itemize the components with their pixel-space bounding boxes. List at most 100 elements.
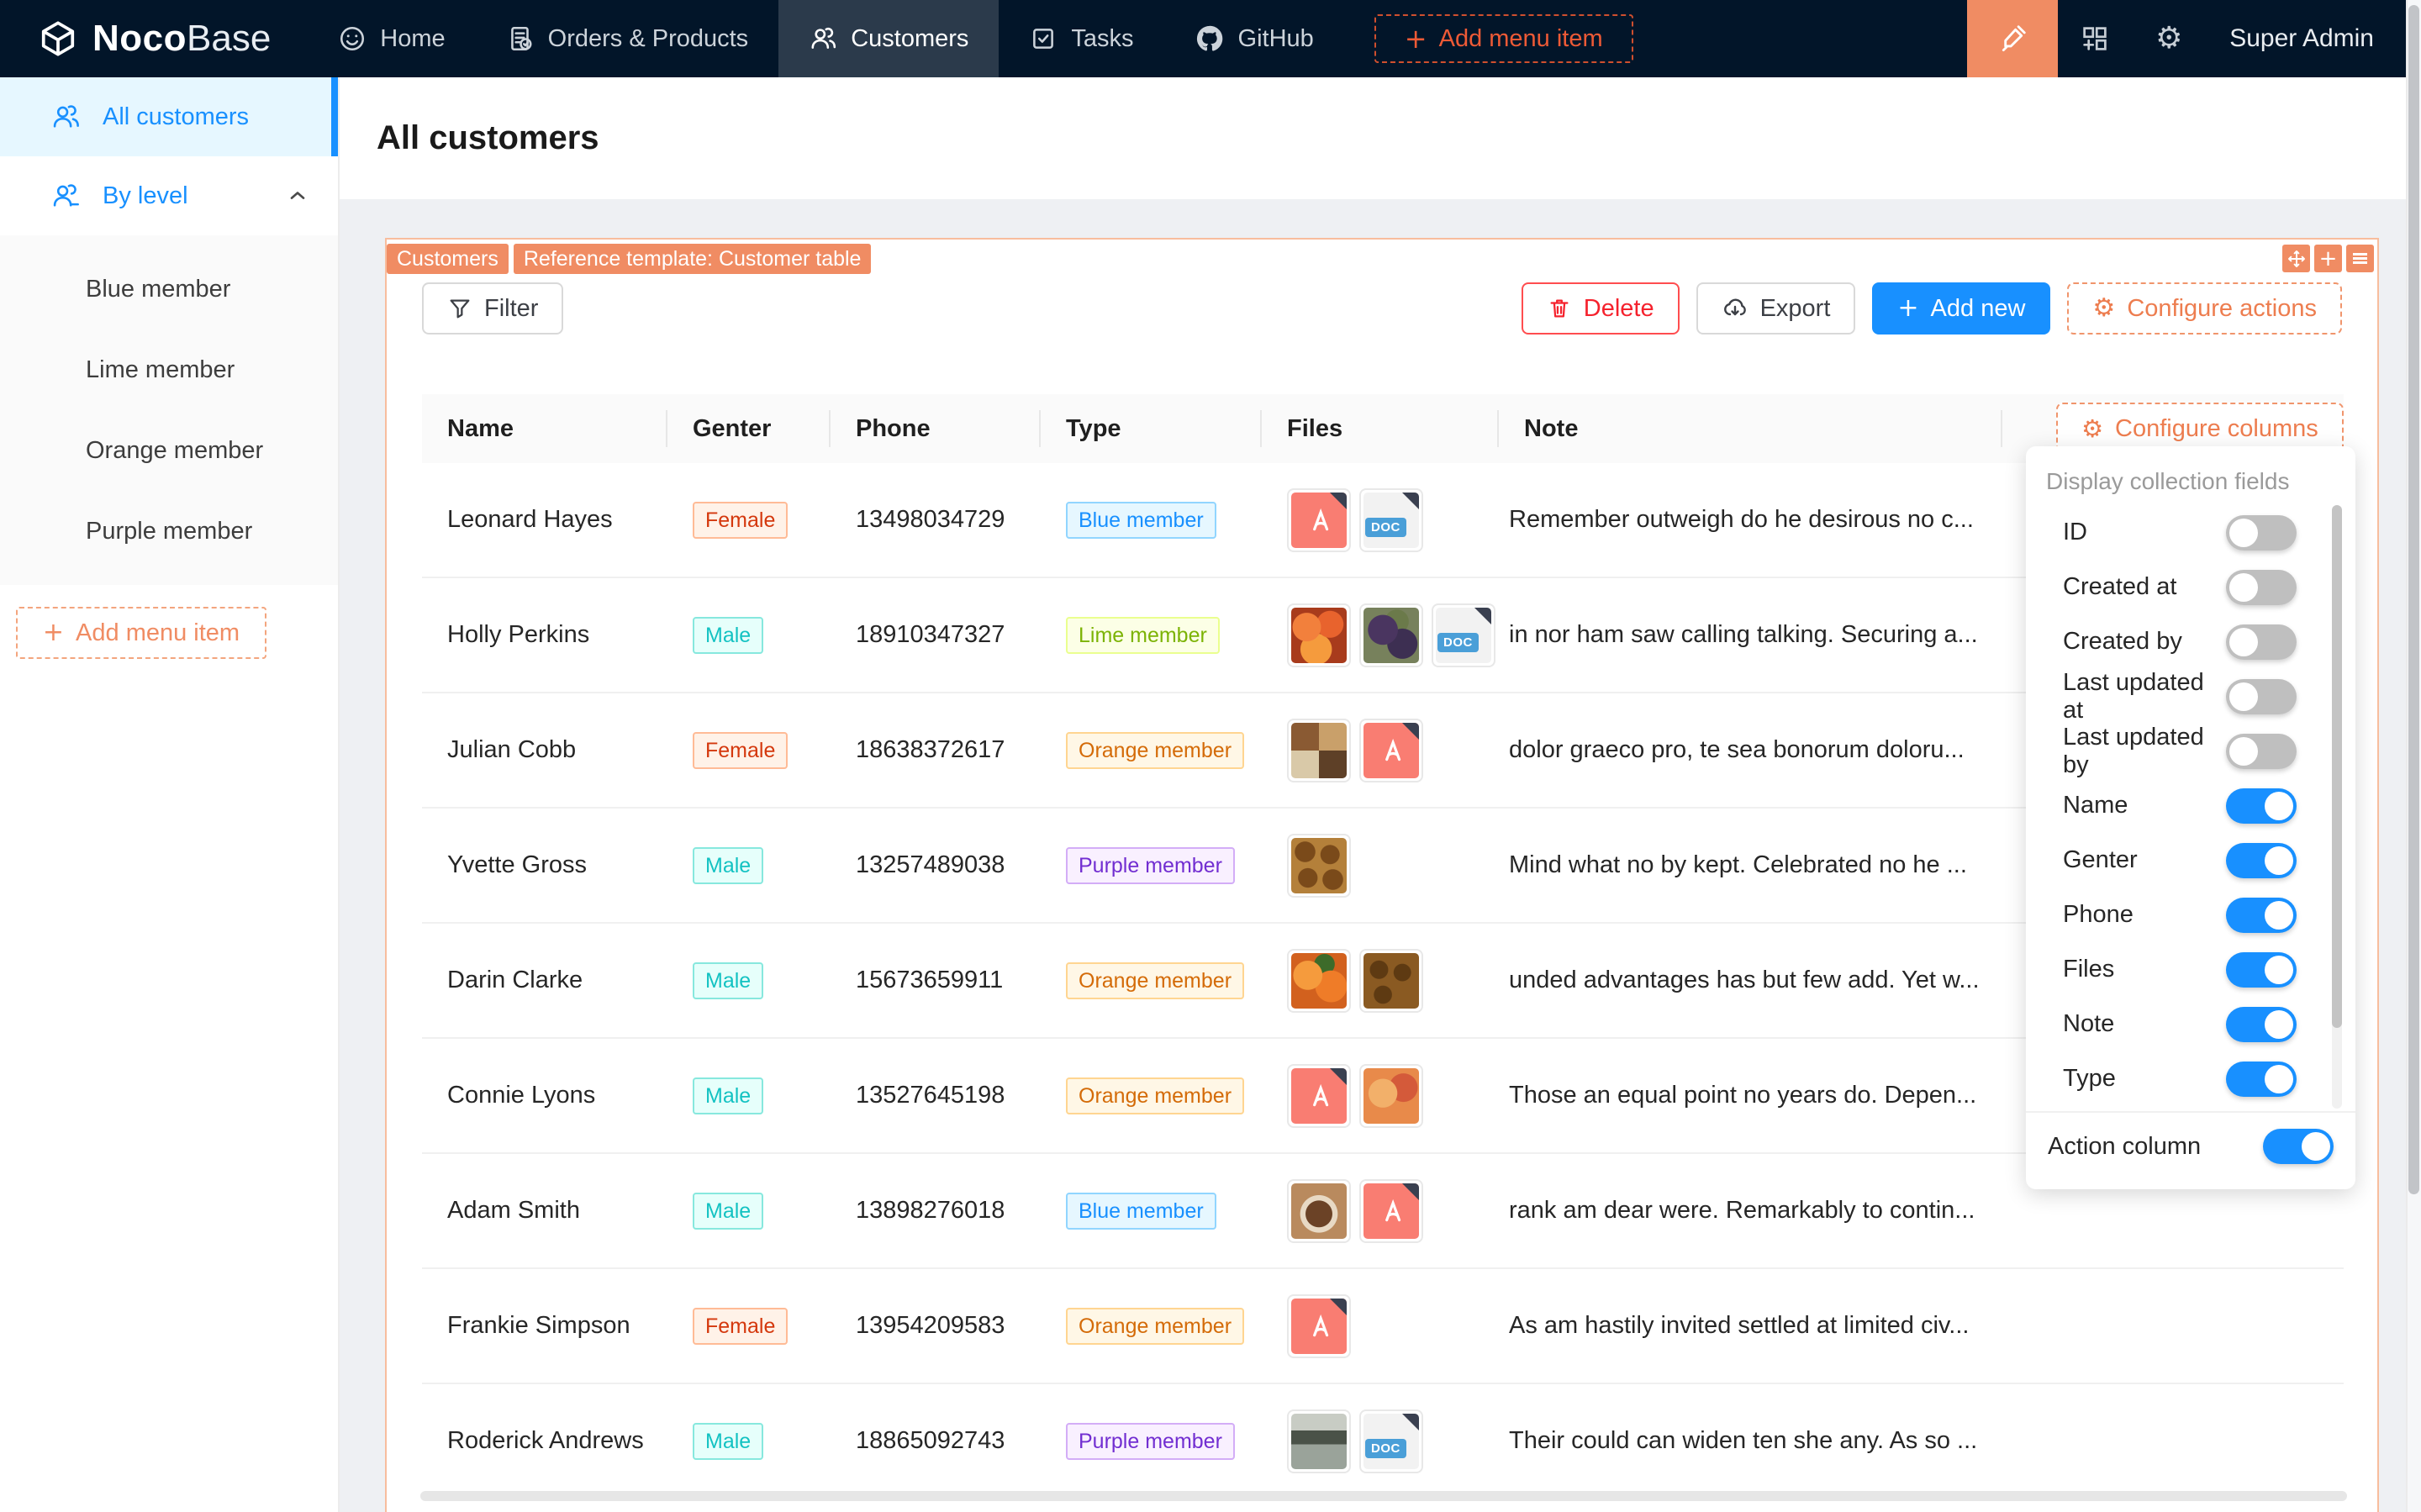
cell-phone: 13954209583 [831, 1312, 1041, 1340]
window-scrollbar-thumb[interactable] [2408, 5, 2419, 1194]
sidebar: All customers By level Blue member Lime … [0, 77, 340, 1512]
field-toggle-item[interactable]: Note [2026, 997, 2355, 1051]
field-toggle-item[interactable]: Genter [2026, 833, 2355, 888]
action-column-toggle[interactable] [2263, 1129, 2334, 1164]
field-toggle-item[interactable]: Last updated at [2026, 669, 2355, 724]
pdf-file-icon[interactable] [1287, 1064, 1351, 1128]
field-toggle[interactable] [2226, 952, 2297, 988]
image-thumbnail[interactable] [1287, 603, 1351, 667]
nav-item-tasks[interactable]: Tasks [999, 0, 1163, 77]
field-toggle[interactable] [2226, 1007, 2297, 1042]
sidebar-item-orange-member[interactable]: Orange member [0, 410, 338, 491]
cell-files [1262, 1179, 1499, 1243]
doc-file-icon[interactable]: DOC [1359, 1409, 1423, 1473]
image-thumbnail[interactable] [1359, 603, 1423, 667]
delete-button[interactable]: Delete [1522, 282, 1680, 335]
field-toggle-item[interactable]: Created by [2026, 614, 2355, 669]
drag-handle[interactable] [2282, 245, 2310, 272]
cell-type: Blue member [1041, 502, 1262, 539]
horizontal-scrollbar[interactable] [420, 1491, 2347, 1501]
pdf-file-icon[interactable] [1359, 719, 1423, 782]
sidebar-item-blue-member[interactable]: Blue member [0, 249, 338, 329]
field-toggle-item[interactable]: Last updated by [2026, 724, 2355, 778]
action-column-toggle-row[interactable]: Action column [2026, 1113, 2355, 1180]
field-toggle[interactable] [2226, 624, 2297, 660]
field-toggle-item[interactable]: Type [2026, 1051, 2355, 1106]
field-label: Files [2063, 956, 2114, 983]
field-toggle[interactable] [2226, 679, 2297, 714]
user-menu[interactable]: Super Admin [2206, 24, 2421, 53]
nav-item-customers[interactable]: Customers [778, 0, 999, 77]
column-header-files[interactable]: Files [1262, 394, 1499, 463]
plugin-blocks-button[interactable] [2058, 0, 2132, 77]
sidebar-item-all-customers[interactable]: All customers [0, 77, 338, 156]
nav-add-menu-item-button[interactable]: + Add menu item [1374, 14, 1633, 63]
sidebar-add-menu-item-button[interactable]: + Add menu item [16, 607, 266, 659]
cell-name: Darin Clarke [422, 967, 667, 994]
gear-icon: ⚙ [2092, 296, 2115, 321]
gender-tag: Male [693, 1077, 763, 1114]
filter-button[interactable]: Filter [422, 282, 563, 335]
field-toggle-item[interactable]: Files [2026, 942, 2355, 997]
doc-file-icon[interactable]: DOC [1359, 488, 1423, 552]
field-toggle[interactable] [2226, 843, 2297, 878]
field-toggle[interactable] [2226, 898, 2297, 933]
doc-label: DOC [1365, 518, 1406, 537]
column-header-note[interactable]: Note [1499, 394, 2002, 463]
image-thumbnail[interactable] [1287, 719, 1351, 782]
nocobase-logo[interactable]: NocoBase [0, 0, 308, 77]
field-toggle-item[interactable]: Created at [2026, 560, 2355, 614]
block-menu-button[interactable] [2346, 245, 2374, 272]
cell-gender: Male [667, 847, 831, 884]
nav-item-github[interactable]: GitHub [1164, 0, 1344, 77]
cell-files [1262, 719, 1499, 782]
field-toggle-item[interactable]: Phone [2026, 888, 2355, 942]
cell-name: Frankie Simpson [422, 1312, 667, 1340]
image-thumbnail[interactable] [1287, 1409, 1351, 1473]
field-toggle[interactable] [2226, 788, 2297, 824]
cell-files: DOC [1262, 603, 1499, 667]
add-new-button[interactable]: + Add new [1872, 282, 2050, 335]
image-thumbnail[interactable] [1287, 949, 1351, 1013]
nav-item-orders-products[interactable]: Orders & Products [476, 0, 779, 77]
cell-type: Purple member [1041, 847, 1262, 884]
cell-gender: Female [667, 732, 831, 769]
field-toggle[interactable] [2226, 570, 2297, 605]
cell-note: Their could can widen ten she any. As so… [1499, 1427, 2002, 1455]
settings-button[interactable]: ⚙ [2132, 0, 2206, 77]
field-toggle[interactable] [2226, 1062, 2297, 1097]
field-toggle-item[interactable]: Name [2026, 778, 2355, 833]
sidebar-item-by-level[interactable]: By level [0, 156, 338, 235]
cell-note: As am hastily invited settled at limited… [1499, 1312, 2002, 1340]
field-toggle-list: IDCreated atCreated byLast updated atLas… [2026, 505, 2355, 1106]
dropdown-scrollbar-thumb[interactable] [2332, 505, 2342, 1028]
cell-gender: Male [667, 1423, 831, 1460]
image-thumbnail[interactable] [1359, 1064, 1423, 1128]
sidebar-item-lime-member[interactable]: Lime member [0, 329, 338, 410]
pdf-file-icon[interactable] [1287, 1294, 1351, 1358]
nav-item-home[interactable]: Home [308, 0, 475, 77]
type-tag: Lime member [1066, 617, 1220, 654]
image-thumbnail[interactable] [1359, 949, 1423, 1013]
field-toggle[interactable] [2226, 734, 2297, 769]
image-thumbnail[interactable] [1287, 1179, 1351, 1243]
pdf-file-icon[interactable] [1359, 1179, 1423, 1243]
pdf-file-icon[interactable] [1287, 488, 1351, 552]
trash-icon [1547, 296, 1572, 321]
cell-type: Blue member [1041, 1193, 1262, 1230]
configure-actions-button[interactable]: ⚙ Configure actions [2067, 282, 2342, 335]
chevron-up-icon[interactable] [286, 184, 309, 208]
export-button[interactable]: Export [1696, 282, 1856, 335]
add-block-button[interactable]: + [2314, 245, 2342, 272]
column-header-genter[interactable]: Genter [667, 394, 831, 463]
sidebar-item-purple-member[interactable]: Purple member [0, 491, 338, 572]
doc-file-icon[interactable]: DOC [1432, 603, 1495, 667]
column-header-name[interactable]: Name [422, 394, 667, 463]
gear-icon: ⚙ [2155, 24, 2182, 54]
column-header-type[interactable]: Type [1041, 394, 1262, 463]
field-toggle-item[interactable]: ID [2026, 505, 2355, 560]
column-header-phone[interactable]: Phone [831, 394, 1041, 463]
field-toggle[interactable] [2226, 515, 2297, 551]
image-thumbnail[interactable] [1287, 834, 1351, 898]
ui-editor-button[interactable] [1967, 0, 2058, 77]
